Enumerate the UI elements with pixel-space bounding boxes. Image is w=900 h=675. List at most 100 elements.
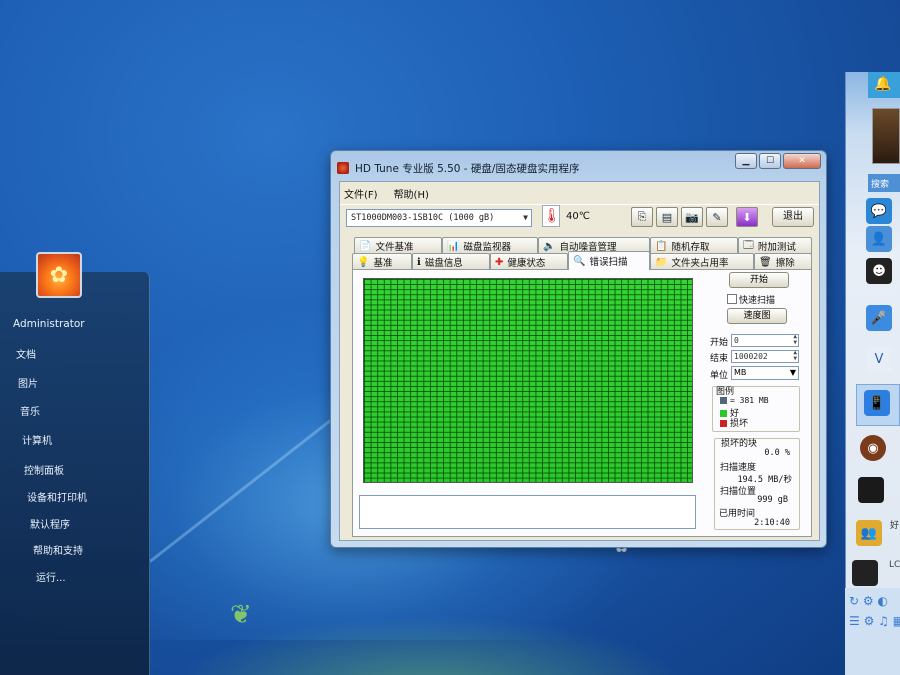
- legend-bad-text: 损坏: [730, 419, 749, 429]
- tab-erase[interactable]: 🗑 擦除: [754, 253, 812, 270]
- trash-icon: 🗑: [759, 256, 772, 268]
- quick-scan-checkbox[interactable]: [727, 294, 737, 304]
- options-icon[interactable]: ✎: [706, 207, 728, 227]
- copy-info-icon[interactable]: ⎘: [631, 207, 653, 227]
- start-menu-item-help[interactable]: 帮助和支持: [33, 542, 83, 557]
- screenshot-icon[interactable]: 📷: [681, 207, 703, 227]
- drive-select[interactable]: ST1000DM003-1SB10C (1000 gB) ▼: [346, 209, 532, 227]
- start-position-value: 0: [734, 336, 739, 345]
- damaged-blocks-value: 0.0 %: [764, 448, 790, 458]
- chevron-down-icon: ▼: [789, 368, 796, 377]
- phone-icon[interactable]: 📱: [864, 390, 890, 416]
- legend-block-text: = 381 MB: [730, 396, 769, 405]
- end-position-label: 结束: [710, 354, 729, 364]
- start-scan-button[interactable]: 开始: [729, 272, 789, 288]
- unit-select-value: MB: [734, 368, 747, 377]
- start-menu-item-control-panel[interactable]: 控制面板: [24, 462, 64, 477]
- info-icon: ℹ: [417, 256, 421, 268]
- qq-name-fragment: 好: [890, 521, 900, 531]
- game-icon[interactable]: ☻: [866, 258, 892, 284]
- exit-button[interactable]: 退出: [772, 207, 814, 227]
- drive-select-value: ST1000DM003-1SB10C (1000 gB): [351, 213, 495, 223]
- tab-health[interactable]: ✚ 健康状态: [490, 253, 568, 270]
- tab-random-access[interactable]: 📋 随机存取: [650, 237, 738, 254]
- menu-help[interactable]: 帮助(H): [394, 186, 429, 201]
- v-app-icon[interactable]: V: [866, 346, 892, 372]
- menu-icon[interactable]: ☰ ⚙ ♫ ▦: [849, 614, 900, 628]
- tab-label: 随机存取: [671, 242, 710, 253]
- error-scan-block-map: [363, 278, 693, 483]
- window-icon: 🗔: [743, 239, 754, 251]
- start-menu-item-music[interactable]: 音乐: [20, 403, 40, 418]
- start-menu-username[interactable]: Administrator: [13, 318, 85, 330]
- title-bar[interactable]: HD Tune 专业版 5.50 - 硬盘/固态硬盘实用程序: [337, 159, 579, 177]
- group-icon[interactable]: 👥: [856, 520, 882, 546]
- start-menu-item-documents[interactable]: 文档: [16, 346, 36, 361]
- bell-icon[interactable]: 🔔: [874, 76, 891, 92]
- tab-label: 文件夹占用率: [671, 258, 729, 269]
- plus-cross-icon: ✚: [495, 256, 504, 268]
- start-menu: [0, 272, 150, 675]
- toolbar: ST1000DM003-1SB10C (1000 gB) ▼ 🌡 40℃ ⎘ ▤…: [340, 204, 819, 234]
- speed-map-button[interactable]: 速度图: [727, 308, 787, 324]
- temperature-readout: 40℃: [566, 211, 590, 222]
- file-icon: 📄: [359, 240, 372, 252]
- contacts-icon[interactable]: 👤: [866, 226, 892, 252]
- tab-label: 磁盘信息: [424, 258, 463, 269]
- tab-folder-usage[interactable]: 📁 文件夹占用率: [650, 253, 754, 270]
- close-button[interactable]: ✕: [783, 153, 821, 169]
- menu-file[interactable]: 文件(F): [344, 186, 378, 201]
- tab-label: 基准: [373, 258, 393, 269]
- end-position-input[interactable]: 1000202 ▲ ▼: [731, 350, 799, 363]
- tab-label: 磁盘监视器: [463, 242, 511, 253]
- hdtune-app-icon: [337, 162, 349, 174]
- elapsed-time-value: 2:10:40: [754, 518, 790, 528]
- qq-lc-fragment: LC: [889, 560, 900, 570]
- spinner-arrows-icon[interactable]: ▲ ▼: [793, 350, 797, 362]
- spinner-arrows-icon[interactable]: ▲ ▼: [793, 334, 797, 346]
- tab-label: 附加测试: [757, 242, 796, 253]
- start-menu-item-devices[interactable]: 设备和打印机: [27, 489, 87, 504]
- game-avatar-icon[interactable]: ◉: [860, 435, 886, 461]
- copy-all-icon[interactable]: ▤: [656, 207, 678, 227]
- chat-icon[interactable]: 💬: [866, 198, 892, 224]
- scan-log-box: [359, 495, 696, 529]
- refresh-icon[interactable]: ↻ ⚙ ◐: [849, 594, 888, 608]
- thermometer-icon: 🌡: [542, 205, 561, 227]
- start-position-label: 开始: [710, 338, 729, 348]
- tab-disk-info[interactable]: ℹ 磁盘信息: [412, 253, 490, 270]
- tab-file-benchmark[interactable]: 📄 文件基准: [354, 237, 442, 254]
- start-position-input[interactable]: 0 ▲ ▼: [731, 334, 799, 347]
- lightbulb-icon: 💡: [357, 256, 370, 268]
- microphone-icon[interactable]: 🎤: [866, 305, 892, 331]
- qq-profile-photo[interactable]: [872, 108, 900, 164]
- speaker-icon: 🔈: [543, 240, 556, 252]
- tab-label: 擦除: [775, 258, 795, 269]
- tab-disk-monitor[interactable]: 📊 磁盘监视器: [442, 237, 538, 254]
- minimize-button[interactable]: ▁: [735, 153, 757, 169]
- dark-app-icon[interactable]: [858, 477, 884, 503]
- tab-label: 健康状态: [507, 258, 546, 269]
- user-avatar[interactable]: ✿: [36, 252, 82, 298]
- contact-avatar-icon[interactable]: [852, 560, 878, 586]
- tab-label: 错误扫描: [589, 257, 628, 268]
- unit-label: 单位: [710, 371, 729, 381]
- wallpaper-leaf-icon: ❦: [230, 600, 252, 630]
- start-menu-item-pictures[interactable]: 图片: [18, 375, 38, 390]
- legend-block-swatch: [720, 397, 727, 404]
- tab-error-scan[interactable]: 🔍 错误扫描: [568, 251, 650, 270]
- qq-search-box[interactable]: 搜索: [868, 174, 900, 192]
- scan-speed-label: 扫描速度: [720, 463, 757, 473]
- start-menu-item-default-programs[interactable]: 默认程序: [30, 516, 70, 531]
- unit-select[interactable]: MB ▼: [731, 366, 799, 380]
- quick-scan-label: 快速扫描: [739, 296, 776, 306]
- window-title: HD Tune 专业版 5.50 - 硬盘/固态硬盘实用程序: [355, 162, 580, 175]
- tab-extra-tests[interactable]: 🗔 附加测试: [738, 237, 812, 254]
- clipboard-icon: 📋: [655, 240, 668, 252]
- maximize-button[interactable]: ☐: [759, 153, 781, 169]
- scan-position-value: 999 gB: [757, 495, 788, 505]
- download-icon[interactable]: ⬇: [736, 207, 758, 227]
- start-menu-item-computer[interactable]: 计算机: [22, 432, 52, 447]
- tab-benchmark[interactable]: 💡 基准: [352, 253, 412, 270]
- start-menu-item-run[interactable]: 运行...: [36, 569, 66, 584]
